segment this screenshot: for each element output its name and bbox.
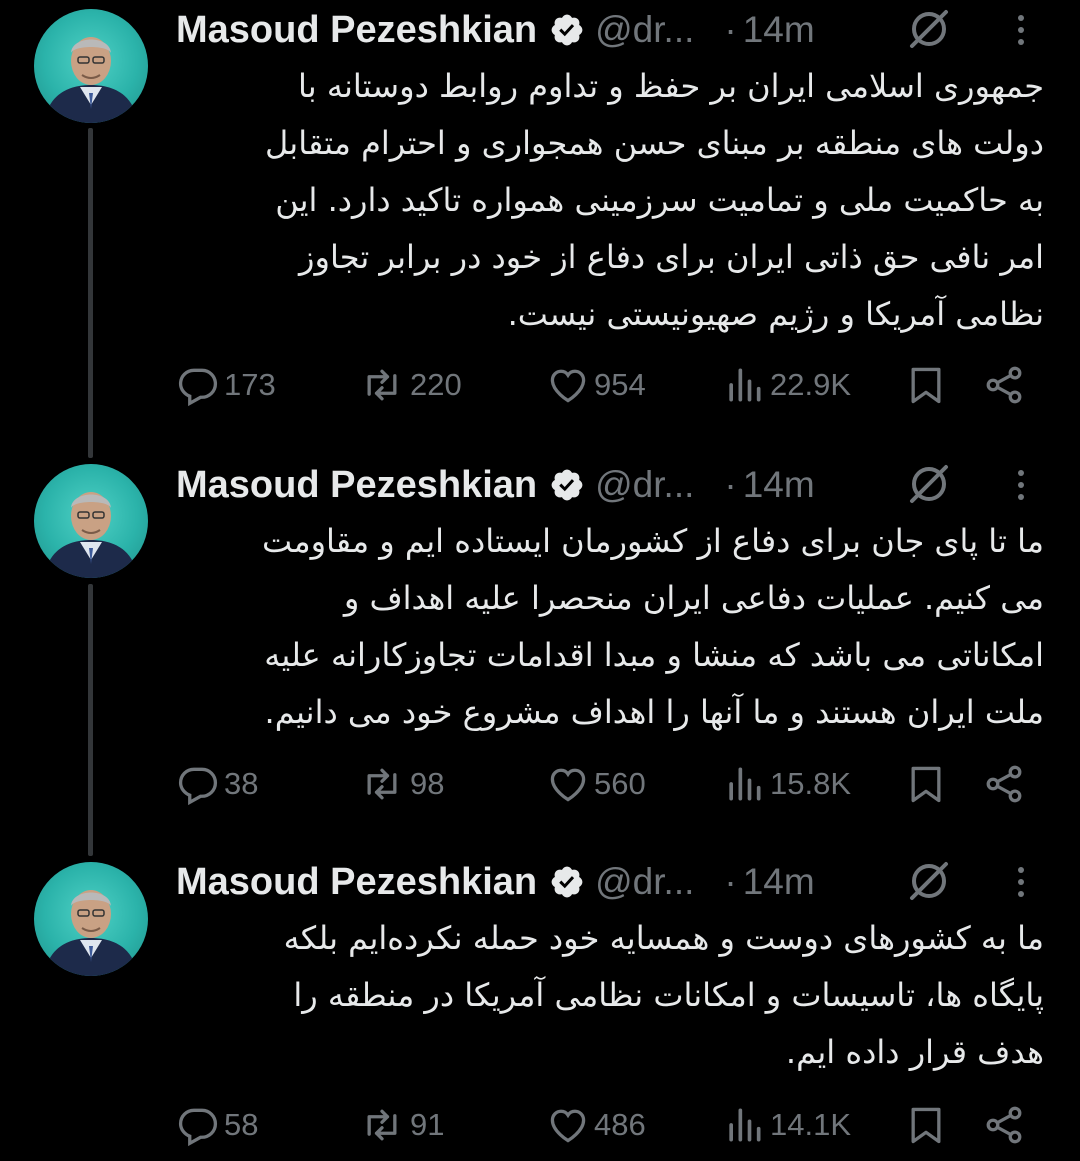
repost-icon bbox=[358, 762, 406, 806]
verified-icon[interactable] bbox=[549, 12, 585, 48]
views-button[interactable]: 14.1K bbox=[722, 1100, 851, 1150]
views-count: 14.1K bbox=[770, 1107, 852, 1142]
action-bar: 58 91 486 14.1K bbox=[176, 1100, 1056, 1150]
grok-icon[interactable] bbox=[906, 461, 952, 507]
author-name[interactable]: Masoud Pezeshkian bbox=[176, 9, 537, 52]
thread-line bbox=[88, 128, 93, 458]
more-icon[interactable] bbox=[1006, 10, 1036, 50]
bookmark-icon bbox=[904, 762, 948, 806]
bookmark-button[interactable] bbox=[904, 759, 948, 809]
repost-count: 91 bbox=[410, 1107, 445, 1142]
tweet-header: Masoud Pezeshkian @dr... · 14m bbox=[176, 455, 1056, 515]
reply-button[interactable]: 38 bbox=[176, 759, 258, 809]
grok-icon[interactable] bbox=[906, 858, 952, 904]
views-icon bbox=[722, 762, 766, 806]
more-icon[interactable] bbox=[1006, 465, 1036, 505]
reply-button[interactable]: 173 bbox=[176, 360, 276, 410]
more-icon[interactable] bbox=[1006, 862, 1036, 902]
like-button[interactable]: 486 bbox=[546, 1100, 646, 1150]
thread-line bbox=[88, 584, 93, 856]
views-count: 22.9K bbox=[770, 367, 852, 402]
reply-count: 58 bbox=[224, 1107, 259, 1142]
avatar[interactable] bbox=[34, 464, 148, 578]
like-icon bbox=[546, 762, 590, 806]
author-name[interactable]: Masoud Pezeshkian bbox=[176, 464, 537, 507]
reply-count: 173 bbox=[224, 367, 276, 402]
repost-count: 220 bbox=[410, 367, 462, 402]
like-button[interactable]: 954 bbox=[546, 360, 646, 410]
reply-icon bbox=[176, 363, 220, 407]
repost-icon bbox=[358, 1103, 406, 1147]
bookmark-icon bbox=[904, 1103, 948, 1147]
verified-icon[interactable] bbox=[549, 864, 585, 900]
action-bar: 38 98 560 15.8K bbox=[176, 759, 1056, 809]
like-button[interactable]: 560 bbox=[546, 759, 646, 809]
views-count: 15.8K bbox=[770, 766, 852, 801]
like-icon bbox=[546, 363, 590, 407]
author-name[interactable]: Masoud Pezeshkian bbox=[176, 861, 537, 904]
repost-count: 98 bbox=[410, 766, 445, 801]
grok-icon[interactable] bbox=[906, 6, 952, 52]
separator: · bbox=[724, 861, 737, 902]
like-count: 954 bbox=[594, 367, 646, 402]
bookmark-icon bbox=[904, 363, 948, 407]
share-button[interactable] bbox=[982, 360, 1026, 410]
views-icon bbox=[722, 1103, 766, 1147]
tweet-text: ما تا پای جان برای دفاع از کشورمان ایستا… bbox=[262, 522, 1044, 731]
share-icon bbox=[982, 762, 1026, 806]
tweet-text: ما به کشورهای دوست و همسایه خود حمله نکر… bbox=[283, 919, 1044, 1071]
like-icon bbox=[546, 1103, 590, 1147]
timestamp[interactable]: 14m bbox=[743, 464, 815, 506]
share-button[interactable] bbox=[982, 1100, 1026, 1150]
tweet-header: Masoud Pezeshkian @dr... · 14m bbox=[176, 852, 1056, 912]
share-button[interactable] bbox=[982, 759, 1026, 809]
avatar[interactable] bbox=[34, 9, 148, 123]
views-icon bbox=[722, 363, 766, 407]
bookmark-button[interactable] bbox=[904, 1100, 948, 1150]
tweet-header: Masoud Pezeshkian @dr... · 14m bbox=[176, 0, 1056, 60]
like-count: 560 bbox=[594, 766, 646, 801]
timestamp[interactable]: 14m bbox=[743, 9, 815, 51]
separator: · bbox=[724, 464, 737, 505]
reply-button[interactable]: 58 bbox=[176, 1100, 258, 1150]
avatar[interactable] bbox=[34, 862, 148, 976]
views-button[interactable]: 15.8K bbox=[722, 759, 851, 809]
separator: · bbox=[724, 9, 737, 50]
views-button[interactable]: 22.9K bbox=[722, 360, 851, 410]
reply-icon bbox=[176, 1103, 220, 1147]
share-icon bbox=[982, 363, 1026, 407]
repost-icon bbox=[358, 363, 406, 407]
author-handle[interactable]: @dr... bbox=[595, 861, 694, 903]
like-count: 486 bbox=[594, 1107, 646, 1142]
reply-icon bbox=[176, 762, 220, 806]
timestamp[interactable]: 14m bbox=[743, 861, 815, 903]
author-handle[interactable]: @dr... bbox=[595, 9, 694, 51]
verified-icon[interactable] bbox=[549, 467, 585, 503]
repost-button[interactable]: 98 bbox=[358, 759, 444, 809]
bookmark-button[interactable] bbox=[904, 360, 948, 410]
author-handle[interactable]: @dr... bbox=[595, 464, 694, 506]
reply-count: 38 bbox=[224, 766, 259, 801]
repost-button[interactable]: 220 bbox=[358, 360, 462, 410]
tweet-text: جمهوری اسلامی ایران بر حفظ و تداوم روابط… bbox=[265, 67, 1044, 333]
share-icon bbox=[982, 1103, 1026, 1147]
action-bar: 173 220 954 22.9K bbox=[176, 360, 1056, 410]
repost-button[interactable]: 91 bbox=[358, 1100, 444, 1150]
